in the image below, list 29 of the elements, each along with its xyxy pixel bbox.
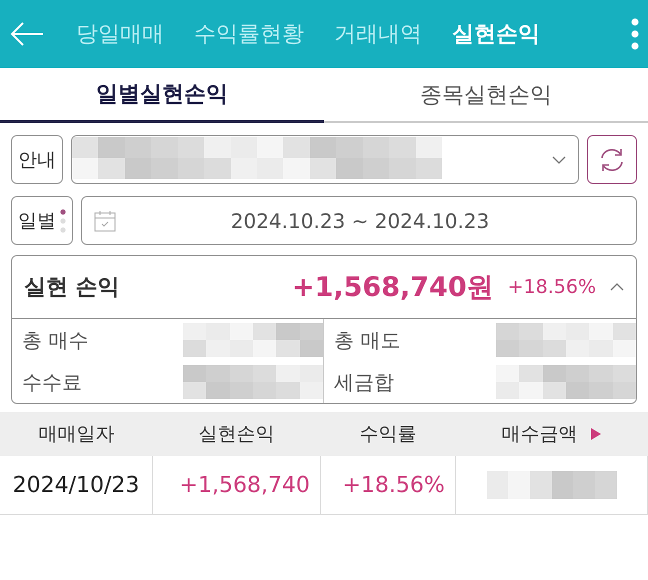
- account-dropdown[interactable]: [71, 135, 579, 184]
- refresh-icon: [598, 148, 626, 172]
- summary-label: 총 매수: [22, 326, 88, 354]
- chevron-down-icon: [552, 156, 566, 164]
- summary-label: 총 매도: [334, 326, 400, 354]
- summary-label: 수수료: [22, 368, 82, 396]
- column-header: 수익률: [359, 422, 416, 447]
- column-header: 매매일자: [38, 422, 114, 447]
- more-icon[interactable]: [630, 18, 640, 50]
- table-cell: +18.56%: [320, 456, 456, 514]
- column-header: 실현손익: [198, 422, 274, 447]
- sub-tab[interactable]: 일별실현손익: [0, 68, 324, 123]
- date-range-field[interactable]: 2024.10.23 ~ 2024.10.23: [81, 196, 637, 245]
- summary-label: 세금합: [334, 368, 394, 396]
- dots-icon: [60, 208, 66, 234]
- refresh-button[interactable]: [587, 135, 637, 184]
- table-cell: 2024/10/23: [0, 456, 152, 514]
- profit-amount: +1,568,740원: [292, 271, 494, 305]
- sub-tab[interactable]: 종목실현손익: [324, 68, 648, 123]
- column-header: 매수금액: [501, 422, 578, 447]
- info-button[interactable]: 안내: [11, 135, 63, 184]
- period-button[interactable]: 일별: [11, 196, 73, 245]
- scroll-right-icon[interactable]: [591, 428, 602, 440]
- calendar-icon: [94, 210, 116, 232]
- table-cell: +1,568,740: [152, 456, 320, 514]
- summary-title: 실현 손익: [24, 274, 121, 302]
- caret-up-icon[interactable]: [610, 283, 624, 291]
- profit-rate: +18.56%: [508, 276, 596, 298]
- back-icon[interactable]: [10, 21, 44, 47]
